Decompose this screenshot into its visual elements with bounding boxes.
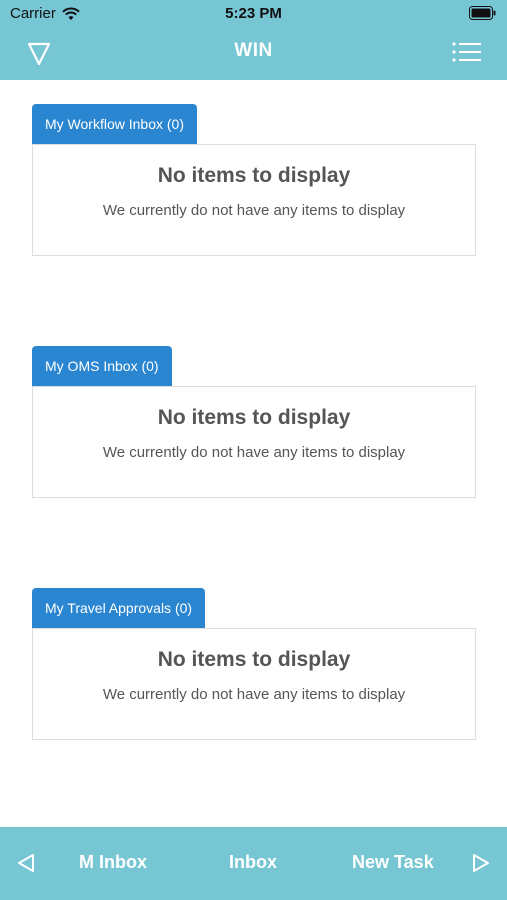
workflow-inbox-section: My Workflow Inbox (0) No items to displa… bbox=[32, 104, 476, 256]
page-title: WIN bbox=[234, 40, 273, 61]
empty-state-message: We currently do not have any items to di… bbox=[102, 686, 406, 703]
footer-tab-m-inbox[interactable]: M Inbox bbox=[79, 852, 147, 873]
oms-inbox-panel: No items to display We currently do not … bbox=[32, 386, 476, 498]
battery-icon bbox=[469, 6, 497, 24]
workflow-inbox-tab[interactable]: My Workflow Inbox (0) bbox=[32, 104, 197, 144]
travel-approvals-panel: No items to display We currently do not … bbox=[32, 628, 476, 740]
bottom-tab-bar: M Inbox Inbox New Task bbox=[0, 827, 507, 900]
workflow-inbox-panel: No items to display We currently do not … bbox=[32, 144, 476, 256]
list-menu-icon bbox=[452, 42, 481, 62]
oms-inbox-tab[interactable]: My OMS Inbox (0) bbox=[32, 346, 172, 386]
travel-approvals-section: My Travel Approvals (0) No items to disp… bbox=[32, 588, 476, 740]
scroll-left-button[interactable] bbox=[16, 853, 36, 878]
status-bar: Carrier 5:23 PM bbox=[0, 0, 507, 28]
empty-state-title: No items to display bbox=[157, 648, 351, 671]
triangle-left-icon bbox=[18, 854, 34, 872]
empty-state-message: We currently do not have any items to di… bbox=[102, 444, 406, 461]
travel-approvals-tab[interactable]: My Travel Approvals (0) bbox=[32, 588, 206, 628]
empty-state-title: No items to display bbox=[157, 406, 351, 429]
nav-bar: WIN bbox=[0, 28, 507, 80]
scroll-right-button[interactable] bbox=[471, 853, 491, 878]
footer-tab-inbox[interactable]: Inbox bbox=[229, 852, 277, 873]
footer-tab-new-task[interactable]: New Task bbox=[352, 852, 434, 873]
menu-button[interactable] bbox=[451, 38, 483, 68]
status-time: 5:23 PM bbox=[225, 5, 282, 22]
empty-state-message: We currently do not have any items to di… bbox=[102, 202, 406, 219]
triangle-right-icon bbox=[473, 854, 489, 872]
app-header: Carrier 5:23 PM WIN bbox=[0, 0, 507, 80]
empty-state-title: No items to display bbox=[157, 164, 351, 187]
oms-inbox-section: My OMS Inbox (0) No items to display We … bbox=[32, 346, 476, 498]
